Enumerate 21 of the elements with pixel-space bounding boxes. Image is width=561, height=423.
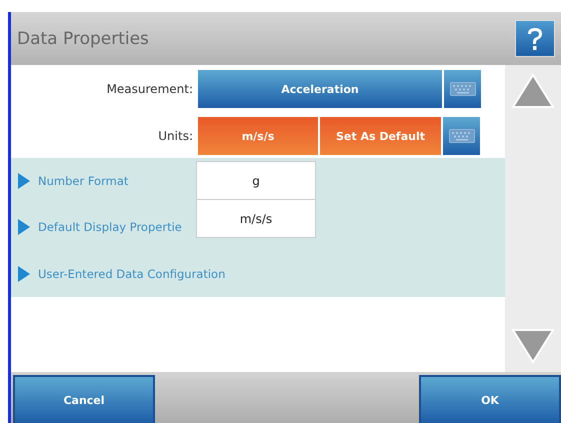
window-title: Data Properties [17,28,149,48]
set-default-button[interactable]: Set As Default [320,117,441,155]
field-label: Units: [157,129,194,143]
units-select[interactable]: m/s/s [198,117,318,155]
ok-button[interactable]: OK [419,375,561,423]
help-button[interactable] [515,20,555,57]
measurement-select[interactable]: Acceleration [198,70,442,108]
dropdown-option[interactable]: g [197,162,315,200]
dropdown-option[interactable]: m/s/s [197,200,315,237]
section-header[interactable]: User-Entered Data Configuration [18,254,228,294]
section-header[interactable]: Number Format [18,161,130,202]
keyboard-icon [450,82,476,96]
keyboard-button[interactable] [444,70,481,108]
help-icon [525,26,545,52]
cancel-button[interactable]: Cancel [13,375,155,423]
section-header[interactable]: Default Display Propertie [18,207,184,248]
keyboard-button[interactable] [443,117,480,155]
scroll-up-icon[interactable] [511,73,555,109]
keyboard-icon [448,129,474,143]
field-label: Measurement: [106,82,194,96]
scroll-down-icon[interactable] [511,328,555,364]
